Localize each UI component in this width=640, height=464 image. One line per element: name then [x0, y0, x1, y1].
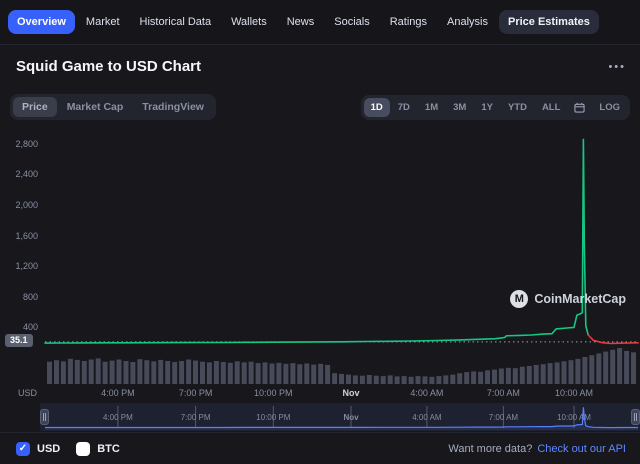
- y-tick-1200: 1,200: [0, 261, 38, 271]
- chart-type-market-cap[interactable]: Market Cap: [58, 97, 133, 117]
- x-tick-4-00-am: 4:00 AM: [410, 388, 443, 398]
- price-before-crash: [45, 139, 588, 343]
- api-prompt-text: Want more data?: [448, 443, 532, 455]
- chart-controls: PriceMarket CapTradingView 1D7D1M3M1YYTD…: [10, 94, 630, 120]
- y-tick-800: 800: [0, 292, 38, 302]
- navigator-line: [45, 407, 638, 427]
- chart-type-price[interactable]: Price: [13, 97, 57, 117]
- coinmarketcap-chart-page: OverviewMarketHistorical DataWalletsNews…: [0, 0, 640, 464]
- x-tick-nov: Nov: [342, 388, 359, 398]
- price-chart-canvas[interactable]: [0, 126, 640, 388]
- primary-nav: OverviewMarketHistorical DataWalletsNews…: [0, 0, 640, 45]
- page-title: Squid Game to USD Chart: [16, 58, 201, 75]
- tab-overview[interactable]: Overview: [8, 10, 75, 34]
- x-axis: USD 4:00 PM 7:00 PM 10:00 PM Nov 4:00 AM 7:00…: [0, 388, 640, 402]
- chart-type-group: PriceMarket CapTradingView: [10, 94, 216, 120]
- currency-toggles: ✓ USD BTC: [16, 442, 120, 456]
- currency-toggle-btc[interactable]: BTC: [76, 442, 120, 456]
- navigator-tick-7-00-am: 7:00 AM: [489, 413, 518, 422]
- navigator-tick-4-00-pm: 4:00 PM: [103, 413, 133, 422]
- price-chart: 400 800 1,200 1,600 2,000 2,400 2,800 35.1 M C…: [0, 126, 640, 388]
- tab-ratings[interactable]: Ratings: [381, 10, 436, 34]
- tab-news[interactable]: News: [278, 10, 324, 34]
- range-1y[interactable]: 1Y: [474, 98, 500, 117]
- coinmarketcap-logo-icon: M: [510, 290, 528, 308]
- x-tick-7-00-am: 7:00 AM: [487, 388, 520, 398]
- range-1d[interactable]: 1D: [364, 98, 390, 117]
- calendar-icon: [574, 102, 585, 113]
- range-1m[interactable]: 1M: [418, 98, 445, 117]
- chart-navigator[interactable]: 4:00 PM 7:00 PM 10:00 PM Nov 4:00 AM 7:00 AM 1…: [40, 403, 640, 431]
- currency-label-usd: USD: [37, 443, 60, 455]
- x-tick-10-00-pm: 10:00 PM: [254, 388, 293, 398]
- tab-price-estimates[interactable]: Price Estimates: [499, 10, 599, 34]
- currency-label-btc: BTC: [97, 443, 120, 455]
- calendar-button[interactable]: [568, 98, 591, 117]
- current-price-badge: 35.1: [5, 334, 33, 347]
- tab-market[interactable]: Market: [77, 10, 129, 34]
- range-all[interactable]: ALL: [535, 98, 567, 117]
- navigator-tick-10-00-am: 10:00 AM: [557, 413, 591, 422]
- range-ytd[interactable]: YTD: [501, 98, 534, 117]
- tab-analysis[interactable]: Analysis: [438, 10, 497, 34]
- range-3m[interactable]: 3M: [446, 98, 473, 117]
- axis-unit-label: USD: [18, 388, 37, 398]
- navigator-left-handle[interactable]: [40, 409, 49, 425]
- more-options-button[interactable]: •••: [608, 61, 626, 73]
- header-row: Squid Game to USD Chart •••: [16, 58, 626, 75]
- range-group: 1D7D1M3M1YYTDALL LOG: [361, 95, 630, 120]
- navigator-tick-10-00-pm: 10:00 PM: [256, 413, 290, 422]
- navigator-tick-nov: Nov: [343, 413, 358, 422]
- check-icon: ✓: [19, 444, 27, 454]
- checkbox-btc[interactable]: [76, 442, 90, 456]
- chart-type-tradingview[interactable]: TradingView: [133, 97, 213, 117]
- x-tick-7-00-pm: 7:00 PM: [179, 388, 213, 398]
- api-promo: Want more data? Check out our API: [448, 443, 626, 455]
- x-tick-4-00-pm: 4:00 PM: [101, 388, 135, 398]
- volume-bars: [47, 348, 636, 384]
- navigator-tick-7-00-pm: 7:00 PM: [181, 413, 211, 422]
- tab-historical-data[interactable]: Historical Data: [131, 10, 221, 34]
- x-tick-10-00-am: 10:00 AM: [555, 388, 593, 398]
- y-tick-400: 400: [0, 322, 38, 332]
- y-tick-2400: 2,400: [0, 169, 38, 179]
- watermark: M CoinMarketCap: [510, 290, 626, 308]
- log-scale-button[interactable]: LOG: [592, 98, 627, 117]
- navigator-right-handle[interactable]: [631, 409, 640, 425]
- chart-footer: ✓ USD BTC Want more data? Check out our AP…: [0, 432, 640, 464]
- checkbox-usd[interactable]: ✓: [16, 442, 30, 456]
- y-tick-2000: 2,000: [0, 200, 38, 210]
- tab-socials[interactable]: Socials: [325, 10, 378, 34]
- tab-wallets[interactable]: Wallets: [222, 10, 276, 34]
- range-7d[interactable]: 7D: [391, 98, 417, 117]
- navigator-tick-4-00-am: 4:00 AM: [412, 413, 441, 422]
- y-tick-1600: 1,600: [0, 231, 38, 241]
- currency-toggle-usd[interactable]: ✓ USD: [16, 442, 60, 456]
- api-link[interactable]: Check out our API: [537, 443, 626, 455]
- watermark-text: CoinMarketCap: [534, 292, 626, 306]
- y-tick-2800: 2,800: [0, 139, 38, 149]
